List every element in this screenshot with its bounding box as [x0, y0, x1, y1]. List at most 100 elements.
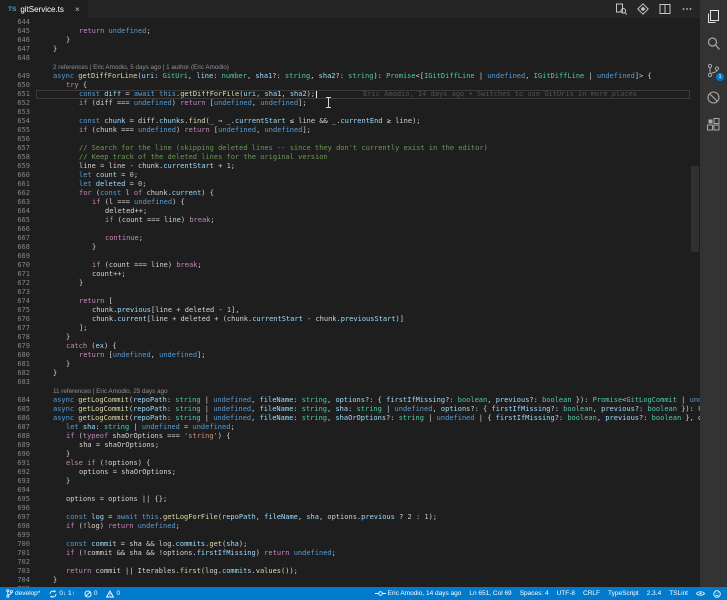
- line-number[interactable]: 699: [0, 531, 30, 540]
- line-number[interactable]: 701: [0, 549, 30, 558]
- code-line[interactable]: 681}: [0, 360, 700, 369]
- cursor-position[interactable]: Ln 651, Col 69: [469, 590, 511, 597]
- code-line[interactable]: 672}: [0, 279, 700, 288]
- code-line[interactable]: 659 line = line - chunk.currentStart + 1;: [0, 162, 700, 171]
- code-line[interactable]: 647}: [0, 45, 700, 54]
- code-line[interactable]: 676 chunk.current[line + deleted + (chunk…: [0, 315, 700, 324]
- code-line[interactable]: 677];: [0, 324, 700, 333]
- gitlens-blame-status[interactable]: Eric Amodio, 14 days ago: [374, 590, 461, 597]
- line-number[interactable]: 695: [0, 495, 30, 504]
- code-line[interactable]: 671 count++;: [0, 270, 700, 279]
- gitlens-icon[interactable]: [637, 3, 649, 15]
- code-line[interactable]: 667 continue;: [0, 234, 700, 243]
- code-line[interactable]: 655 if (chunk === undefined) return [unde…: [0, 126, 700, 135]
- git-branch-button[interactable]: develop*: [6, 589, 40, 598]
- line-number[interactable]: 689: [0, 441, 30, 450]
- line-number[interactable]: 684: [0, 396, 30, 405]
- line-number[interactable]: 654: [0, 117, 30, 126]
- feedback-button[interactable]: [713, 589, 721, 598]
- line-number[interactable]: 702: [0, 558, 30, 567]
- code-line[interactable]: 679 catch (ex) {: [0, 342, 700, 351]
- code-line[interactable]: 648: [0, 54, 700, 63]
- code-line[interactable]: 702: [0, 558, 700, 567]
- code-line[interactable]: 689 sha = shaOrOptions;: [0, 441, 700, 450]
- line-number[interactable]: 683: [0, 378, 30, 387]
- code-line[interactable]: 700 const commit = sha && log.commits.get…: [0, 540, 700, 549]
- code-line[interactable]: 656: [0, 135, 700, 144]
- line-number[interactable]: 676: [0, 315, 30, 324]
- code-line[interactable]: 666: [0, 225, 700, 234]
- code-line[interactable]: 688 if (typeof shaOrOptions === 'string')…: [0, 432, 700, 441]
- code-line[interactable]: 674 return [: [0, 297, 700, 306]
- code-line[interactable]: 685 async getLogCommit(repoPath: string |…: [0, 405, 700, 414]
- code-line[interactable]: 697 const log = await this.getLogForFile(…: [0, 513, 700, 522]
- line-number[interactable]: 670: [0, 261, 30, 270]
- line-number[interactable]: 648: [0, 54, 30, 63]
- codelens-text[interactable]: 11 references | Eric Amodio, 25 days ago: [40, 387, 168, 396]
- code-line[interactable]: 663 if (l === undefined) {: [0, 198, 700, 207]
- line-number[interactable]: 686: [0, 414, 30, 423]
- line-number[interactable]: 687: [0, 423, 30, 432]
- codelens-text[interactable]: 2 references | Eric Amodio, 5 days ago |…: [40, 63, 229, 72]
- code-line[interactable]: 693}: [0, 477, 700, 486]
- line-number[interactable]: 653: [0, 108, 30, 117]
- line-number[interactable]: 657: [0, 144, 30, 153]
- code-line[interactable]: 698 if (!log) return undefined;: [0, 522, 700, 531]
- code-line[interactable]: 652 if (diff === undefined) return [undef…: [0, 99, 700, 108]
- line-number[interactable]: 672: [0, 279, 30, 288]
- more-actions-icon[interactable]: [681, 3, 693, 15]
- line-number[interactable]: 666: [0, 225, 30, 234]
- code-line[interactable]: 670 if (count === line) break;: [0, 261, 700, 270]
- code-editor[interactable]: 644 645 return undefined; 646} 647} 648 2 refe…: [0, 18, 700, 587]
- errors-indicator[interactable]: 0: [84, 589, 97, 598]
- line-number[interactable]: 661: [0, 180, 30, 189]
- code-line[interactable]: 686 async getLogCommit(repoPath: string |…: [0, 414, 700, 423]
- line-number[interactable]: 646: [0, 36, 30, 45]
- sync-button[interactable]: 0↓ 1↑: [49, 589, 75, 598]
- indentation-status[interactable]: Spaces: 4: [520, 590, 549, 597]
- line-number[interactable]: 650: [0, 81, 30, 90]
- code-line[interactable]: 699: [0, 531, 700, 540]
- line-number[interactable]: 698: [0, 522, 30, 531]
- line-number[interactable]: 703: [0, 567, 30, 576]
- code-line[interactable]: 673: [0, 288, 700, 297]
- line-number[interactable]: 697: [0, 513, 30, 522]
- line-number[interactable]: 681: [0, 360, 30, 369]
- editor-scrollbar[interactable]: [690, 18, 700, 587]
- line-number[interactable]: 669: [0, 252, 30, 261]
- code-line[interactable]: 653: [0, 108, 700, 117]
- line-number[interactable]: 660: [0, 171, 30, 180]
- codelens-row[interactable]: 11 references | Eric Amodio, 25 days ago: [0, 387, 700, 396]
- line-number[interactable]: 704: [0, 576, 30, 585]
- code-line[interactable]: 649 async getDiffForLine(uri: GitUri, lin…: [0, 72, 700, 81]
- tslint-status[interactable]: TSLint: [669, 590, 688, 597]
- line-number[interactable]: 694: [0, 486, 30, 495]
- line-number[interactable]: 690: [0, 450, 30, 459]
- split-editor-icon[interactable]: [659, 3, 671, 15]
- line-number[interactable]: 673: [0, 288, 30, 297]
- line-number[interactable]: 700: [0, 540, 30, 549]
- line-number[interactable]: 663: [0, 198, 30, 207]
- code-line[interactable]: 690}: [0, 450, 700, 459]
- code-line[interactable]: 668}: [0, 243, 700, 252]
- line-number[interactable]: 665: [0, 216, 30, 225]
- line-number[interactable]: 656: [0, 135, 30, 144]
- code-line[interactable]: 691 else if (!options) {: [0, 459, 700, 468]
- code-line[interactable]: 664 deleted++;: [0, 207, 700, 216]
- activity-source-control-icon[interactable]: 1: [700, 61, 727, 81]
- code-line[interactable]: 651 const diff = await this.getDiffForFil…: [0, 90, 700, 99]
- eol-status[interactable]: CRLF: [583, 590, 600, 597]
- code-line[interactable]: 678}: [0, 333, 700, 342]
- code-line[interactable]: 696: [0, 504, 700, 513]
- activity-extensions-icon[interactable]: [700, 115, 727, 133]
- code-line[interactable]: 650 try {: [0, 81, 700, 90]
- activity-explorer-icon[interactable]: [700, 7, 727, 25]
- code-line[interactable]: 682}: [0, 369, 700, 378]
- code-line[interactable]: 680 return [undefined, undefined];: [0, 351, 700, 360]
- line-number[interactable]: 679: [0, 342, 30, 351]
- language-mode[interactable]: TypeScript: [608, 590, 639, 597]
- code-line[interactable]: 687 let sha: string | undefined = undefin…: [0, 423, 700, 432]
- line-number[interactable]: 680: [0, 351, 30, 360]
- line-number[interactable]: 692: [0, 468, 30, 477]
- line-number[interactable]: 667: [0, 234, 30, 243]
